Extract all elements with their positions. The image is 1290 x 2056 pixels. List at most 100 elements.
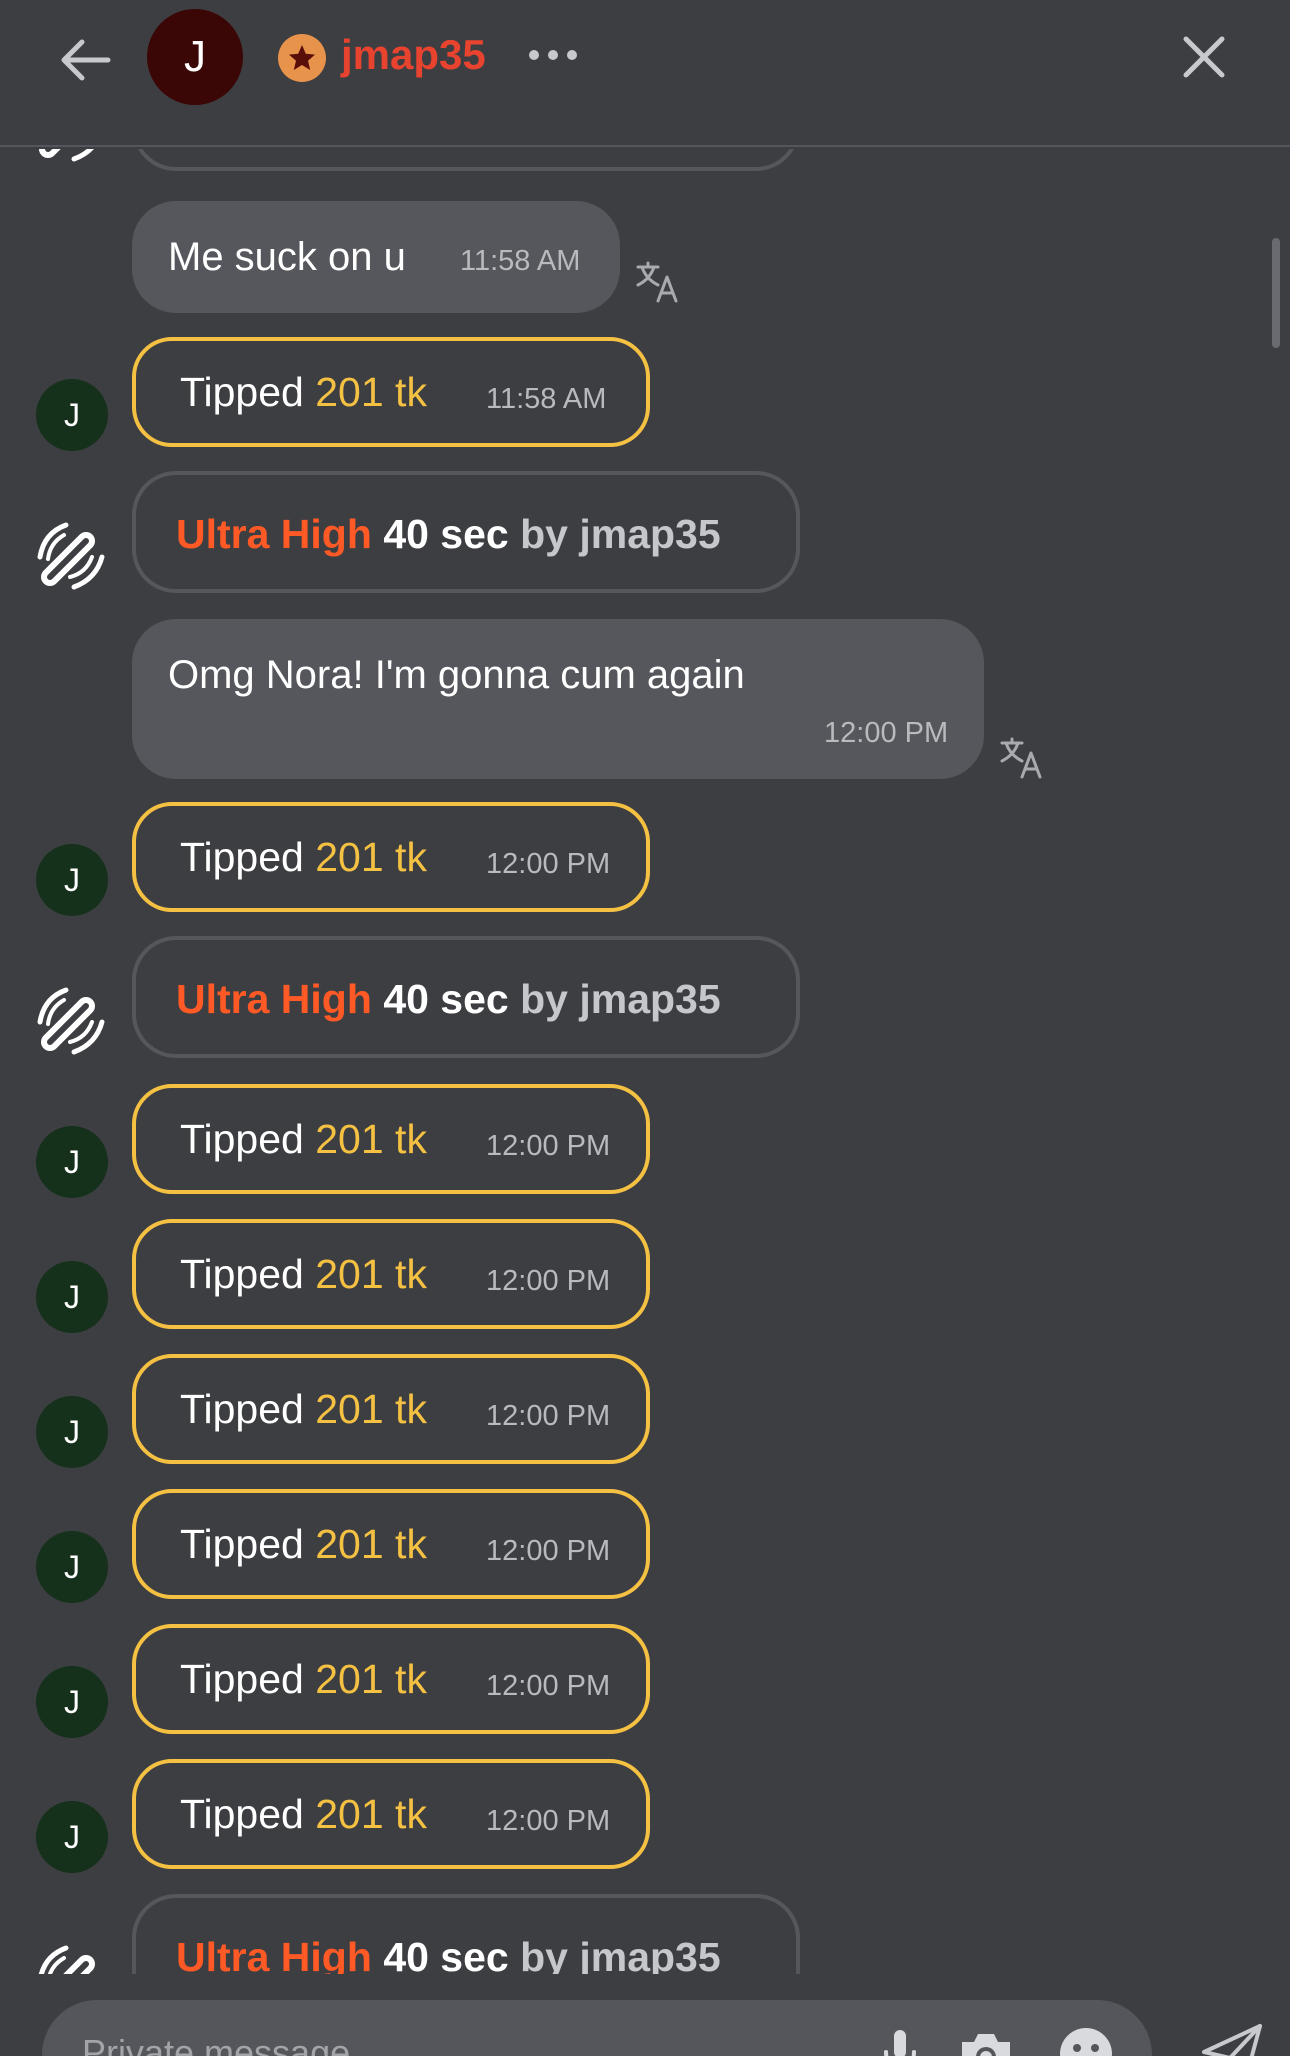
tip-amount: 201 tk xyxy=(315,1791,427,1837)
tip-word: Tipped xyxy=(180,1251,304,1297)
sender-avatar[interactable]: J xyxy=(36,1261,108,1333)
microphone-icon[interactable] xyxy=(870,2024,930,2056)
user-avatar[interactable]: J xyxy=(147,9,243,105)
sender-avatar[interactable]: J xyxy=(36,1801,108,1873)
system-message: Ultra High 40 sec by jmap35 xyxy=(0,1894,1290,1974)
system-text: Ultra High 40 sec by jmap35 xyxy=(176,1932,721,1974)
camera-icon[interactable] xyxy=(956,2024,1016,2056)
tip-bubble: Tipped 201 tk 12:00 PM xyxy=(132,1219,650,1329)
message-time: 11:58 AM xyxy=(460,245,581,277)
sender-avatar[interactable]: J xyxy=(36,1126,108,1198)
tip-time: 12:00 PM xyxy=(486,1130,611,1162)
tip-word: Tipped xyxy=(180,369,304,415)
sender-avatar[interactable]: J xyxy=(36,1396,108,1468)
system-text: Ultra High 40 sec by jmap35 xyxy=(176,509,721,559)
tip-bubble: Tipped 201 tk 12:00 PM xyxy=(132,802,650,912)
vibration-toy-icon xyxy=(38,1945,95,1974)
translate-icon[interactable] xyxy=(634,257,682,305)
vibration-toy-icon xyxy=(39,149,95,162)
system-bubble: Ultra High 40 sec by jmap35 xyxy=(132,1894,800,1974)
tip-bubble: Tipped 201 tk 12:00 PM xyxy=(132,1624,650,1734)
tip-time: 12:00 PM xyxy=(486,1535,611,1567)
tip-text: Tipped 201 tk xyxy=(180,1654,427,1704)
tip-message: J Tipped 201 tk 12:00 PM xyxy=(0,1624,1290,1738)
tip-text: Tipped 201 tk xyxy=(180,1519,427,1569)
tip-word: Tipped xyxy=(180,1116,304,1162)
tip-message: J Tipped 201 tk 12:00 PM xyxy=(0,1084,1290,1198)
tip-message: J Tipped 201 tk 12:00 PM xyxy=(0,802,1290,916)
system-text: Ultra High 40 sec by jmap35 xyxy=(176,974,721,1024)
sender-avatar[interactable]: J xyxy=(36,844,108,916)
tip-amount: 201 tk xyxy=(315,834,427,880)
tip-word: Tipped xyxy=(180,1386,304,1432)
tip-time: 12:00 PM xyxy=(486,1805,611,1837)
system-message: Ultra High 40 sec by jmap35 xyxy=(0,471,1290,593)
tip-bubble: Tipped 201 tk 12:00 PM xyxy=(132,1084,650,1194)
more-options-icon[interactable] xyxy=(528,46,578,64)
tip-text: Tipped 201 tk xyxy=(180,367,427,417)
tip-message: J Tipped 201 tk 11:58 AM xyxy=(0,337,1290,451)
vibration-toy-icon xyxy=(37,987,105,1055)
tip-word: Tipped xyxy=(180,1791,304,1837)
tip-text: Tipped 201 tk xyxy=(180,1114,427,1164)
vibration-duration: 40 sec xyxy=(383,1934,509,1974)
chat-scrollbar[interactable] xyxy=(1272,238,1280,348)
vibration-toy-icon xyxy=(37,522,105,590)
close-icon[interactable] xyxy=(1180,33,1228,81)
system-bubble: Ultra High 40 sec by jmap35 xyxy=(132,471,800,593)
message-text: Me suck on u xyxy=(168,235,406,279)
tip-time: 12:00 PM xyxy=(486,848,611,880)
vibration-by: by jmap35 xyxy=(520,511,721,557)
vibration-level: Ultra High xyxy=(176,1934,372,1974)
vibration-duration: 40 sec xyxy=(383,511,509,557)
vibration-by: by jmap35 xyxy=(520,976,721,1022)
tip-bubble: Tipped 201 tk 12:00 PM xyxy=(132,1489,650,1599)
tip-time: 12:00 PM xyxy=(486,1400,611,1432)
sender-avatar[interactable]: J xyxy=(36,1531,108,1603)
vibration-duration: 40 sec xyxy=(383,976,509,1022)
tip-bubble: Tipped 201 tk 11:58 AM xyxy=(132,337,650,447)
system-bubble xyxy=(132,149,800,171)
vibration-level: Ultra High xyxy=(176,511,372,557)
sender-avatar[interactable]: J xyxy=(36,1666,108,1738)
message-text: Omg Nora! I'm gonna cum again xyxy=(168,653,745,697)
sender-avatar[interactable]: J xyxy=(36,379,108,451)
system-message: Ultra High 40 sec by jmap35 xyxy=(0,936,1290,1058)
tip-word: Tipped xyxy=(180,1521,304,1567)
vibration-by: by jmap35 xyxy=(520,1934,721,1974)
tip-message: J Tipped 201 tk 12:00 PM xyxy=(0,1489,1290,1603)
star-icon xyxy=(289,45,315,70)
star-badge xyxy=(278,34,326,82)
tip-message: J Tipped 201 tk 12:00 PM xyxy=(0,1354,1290,1468)
emoji-icon[interactable] xyxy=(1056,2024,1116,2056)
tip-word: Tipped xyxy=(180,1656,304,1702)
send-icon[interactable] xyxy=(1200,2020,1264,2056)
tip-amount: 201 tk xyxy=(315,1521,427,1567)
tip-time: 12:00 PM xyxy=(486,1265,611,1297)
header-username[interactable]: jmap35 xyxy=(341,30,486,80)
tip-bubble: Tipped 201 tk 12:00 PM xyxy=(132,1759,650,1869)
chat-header: J jmap35 xyxy=(0,0,1290,147)
tip-amount: 201 tk xyxy=(315,1116,427,1162)
tip-text: Tipped 201 tk xyxy=(180,1789,427,1839)
back-arrow-icon[interactable] xyxy=(56,30,116,90)
tip-text: Tipped 201 tk xyxy=(180,1249,427,1299)
vibration-level: Ultra High xyxy=(176,976,372,1022)
tip-amount: 201 tk xyxy=(315,369,427,415)
tip-amount: 201 tk xyxy=(315,1656,427,1702)
chat-messages[interactable]: Me suck on u 11:58 AM J Tipped 201 tk 11… xyxy=(0,149,1290,1974)
tip-time: 11:58 AM xyxy=(486,383,607,415)
message-input-bar[interactable]: Private message xyxy=(42,2000,1152,2056)
tip-text: Tipped 201 tk xyxy=(180,1384,427,1434)
chat-message: Omg Nora! I'm gonna cum again 12:00 PM xyxy=(0,619,1290,779)
message-input-placeholder[interactable]: Private message xyxy=(82,2032,350,2056)
tip-message: J Tipped 201 tk 12:00 PM xyxy=(0,1219,1290,1333)
tip-bubble: Tipped 201 tk 12:00 PM xyxy=(132,1354,650,1464)
tip-amount: 201 tk xyxy=(315,1386,427,1432)
translate-icon[interactable] xyxy=(998,733,1046,781)
tip-word: Tipped xyxy=(180,834,304,880)
system-message-partial xyxy=(0,149,1290,179)
tip-text: Tipped 201 tk xyxy=(180,832,427,882)
message-bubble: Me suck on u 11:58 AM xyxy=(132,201,620,313)
message-time: 12:00 PM xyxy=(824,717,949,749)
